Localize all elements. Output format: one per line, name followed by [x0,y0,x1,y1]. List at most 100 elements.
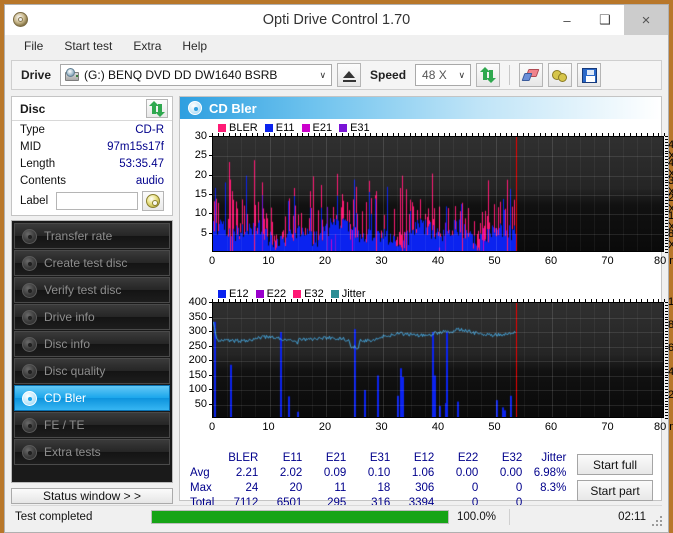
axis-tick [573,133,575,136]
nav-item-fe-te[interactable]: FE / TE [14,412,170,438]
axis-tick [454,299,456,302]
start-full-button[interactable]: Start full [577,454,653,475]
axis-tick [665,159,668,161]
left-panel: Disc Type CD-R MID 97m15s17f Length 53:3… [11,96,173,504]
nav-item-cd-bler[interactable]: CD Bler [14,385,170,411]
axis-tick [665,403,668,405]
minor-gridline [424,303,426,417]
menu-help[interactable]: Help [173,37,216,55]
nav-item-transfer-rate[interactable]: Transfer rate [14,223,170,249]
save-button[interactable] [577,63,602,87]
legend-label: E31 [350,122,370,134]
nav-item-extra-tests[interactable]: Extra tests [14,439,170,465]
axis-tick [607,299,609,302]
minor-gridline [594,137,596,251]
drive-select[interactable]: (G:) BENQ DVD DD DW1640 BSRB ∨ [60,64,333,86]
stats-cell: 24 [245,481,259,494]
axis-tick [664,299,665,302]
disc-refresh-button[interactable] [146,99,168,118]
menu-extra[interactable]: Extra [124,37,170,55]
disc-icon [22,309,37,325]
disc-type-value: CD-R [135,123,164,136]
eject-button[interactable] [337,63,362,87]
axis-tick [665,228,668,230]
x-axis-tick-label: 40 [431,421,445,433]
settings-button[interactable] [548,63,573,87]
x-axis-tick-label: 10 [262,255,275,267]
menu-file[interactable]: File [15,37,52,55]
status-window-button[interactable]: Status window > > [11,488,173,504]
disc-length-value: 53:35.47 [119,157,164,170]
axis-tick [665,415,668,417]
legend-label: E22 [266,288,287,300]
nav-spacer [14,466,170,480]
nav-item-drive-info[interactable]: Drive info [14,304,170,330]
y-axis-tick-label: 300 [188,325,207,337]
application-window: Opti Drive Control 1.70 – ❑ × File Start… [4,4,673,533]
disc-row-label: Label [12,189,172,215]
axis-tick [665,240,668,242]
axis-tick [630,299,632,302]
gridline [213,195,663,196]
axis-tick [601,133,603,136]
axis-tick [209,403,212,405]
close-button[interactable]: × [624,5,668,35]
maximize-button[interactable]: ❑ [586,5,624,35]
stats-cell: 0.10 [367,466,391,479]
nav-item-verify-test-disc[interactable]: Verify test disc [14,277,170,303]
x-axis-tick-label: 20 [318,421,332,433]
stats-col-e22: E22 [457,451,479,464]
minor-gridline [509,137,511,251]
axis-tick [641,299,643,302]
refresh-button[interactable] [476,63,501,87]
disc-label-apply-button[interactable] [142,191,165,211]
resize-grip-icon[interactable] [650,514,662,526]
disc-row-contents: Contents audio [12,172,172,189]
e12-plot-area[interactable] [212,302,664,418]
minor-gridline [227,137,229,251]
right-panel: CD Bler BLERE11E21E31 51015202530 8 X16 … [179,96,673,509]
minor-gridline [566,303,568,417]
disc-mid-value: 97m15s17f [107,140,164,153]
axis-tick [567,133,569,136]
axis-tick [596,299,598,302]
axis-tick [415,299,417,302]
nav-item-disc-info[interactable]: Disc info [14,331,170,357]
legend-entry: E21 [301,122,332,134]
gridline [213,332,663,333]
axis-tick [539,299,541,302]
nav-item-disc-quality[interactable]: Disc quality [14,358,170,384]
cd-icon [146,194,161,208]
legend-label: E32 [304,288,324,300]
axis-tick [665,354,668,356]
gridline [439,137,440,251]
axis-tick [209,360,212,361]
x-axis-tick-label: 50 [488,255,501,267]
speed-select[interactable]: 48 X ∨ [415,64,472,86]
axis-tick [398,299,400,302]
erase-button[interactable] [519,63,544,87]
axis-tick [635,133,637,136]
disc-icon [22,282,37,298]
axis-tick [613,299,615,302]
table-row: Max 24 20 11 18 306 0 0 8.3% [184,480,571,495]
axis-tick [665,217,668,219]
axis-tick [665,156,668,158]
legend-swatch-icon [264,124,273,132]
axis-tick [665,406,668,408]
axis-tick [449,299,451,302]
disc-mid-label: MID [20,140,42,153]
drive-select-value: (G:) BENQ DVD DD DW1640 BSRB [84,68,278,82]
axis-tick [438,299,439,302]
bler-plot-area[interactable] [212,136,664,252]
minor-gridline [622,303,624,417]
gridline [552,303,553,417]
disc-label-input[interactable] [56,192,139,210]
start-part-button[interactable]: Start part [577,480,653,501]
axis-tick [665,173,668,175]
nav-item-create-test-disc[interactable]: Create test disc [14,250,170,276]
minimize-button[interactable]: – [548,5,586,35]
menu-start-test[interactable]: Start test [55,37,121,55]
minor-gridline [453,137,455,251]
axis-tick [466,133,468,136]
